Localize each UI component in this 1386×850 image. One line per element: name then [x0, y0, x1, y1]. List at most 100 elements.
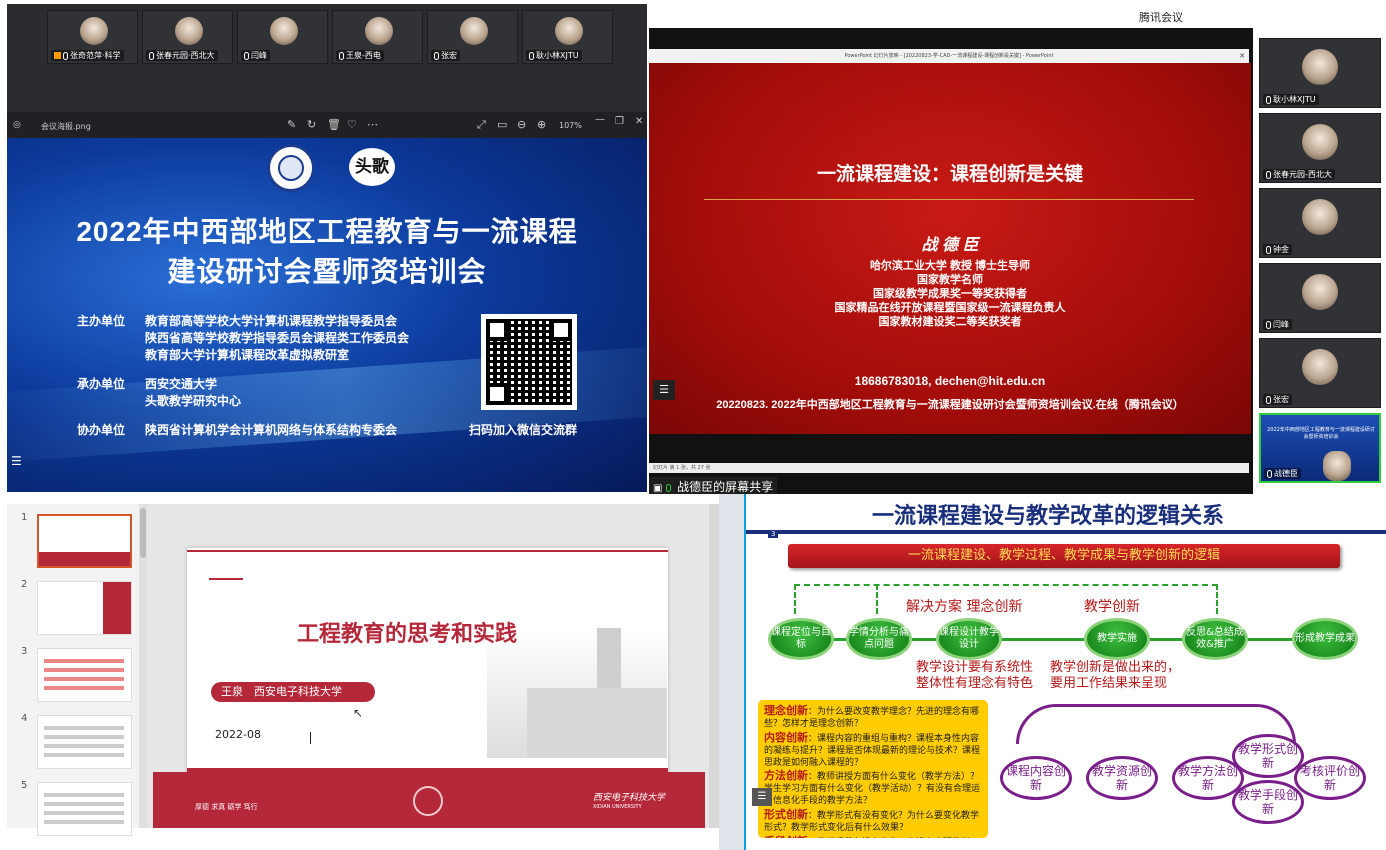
participant-tile[interactable]: 耿小林XJTU [1259, 38, 1381, 108]
q2-meeting-view: 腾讯会议 PowerPoint 幻灯片放映 - [20220823-学-CAD-… [649, 4, 1386, 494]
flow-arrow [1002, 638, 1084, 641]
ppt-status-bar: 幻灯片 第 1 张，共 27 张 [649, 463, 1249, 473]
organizer-list: 主办单位 教育部高等学校大学计算机课程教学指导委员会 陕西省高等学校教学指导委员会课… [77, 312, 477, 442]
slide-number: 3 [768, 530, 779, 538]
avatar [1323, 451, 1351, 481]
participant-tile[interactable]: 钟金 [1259, 188, 1381, 258]
participant-tile[interactable]: 张春元园-西北大 [1259, 113, 1381, 183]
close-icon[interactable]: ✕ [635, 116, 643, 127]
participant-name: 张春元园-西北大 [1263, 169, 1335, 180]
thumb-text [44, 811, 124, 815]
ppt-close-icon[interactable]: ✕ [1239, 49, 1245, 63]
avatar [270, 17, 298, 45]
thumbnail-scrollbar[interactable] [139, 504, 147, 828]
flow-arrow [1150, 638, 1182, 641]
innovation-head: 理念创新 [764, 704, 808, 717]
participant-tile[interactable]: 闫峰 [237, 10, 328, 64]
participant-tile[interactable]: 耿小林XJTU [522, 10, 613, 64]
participant-tile[interactable]: 闫峰 [1259, 263, 1381, 333]
slide-thumbnail[interactable] [37, 782, 132, 836]
participant-tile[interactable]: 张宏 [427, 10, 518, 64]
logic-banner: 一流课程建设、教学过程、教学成果与教学创新的逻辑 [788, 544, 1340, 568]
university-name-cn: 西安电子科技大学 [593, 793, 666, 803]
innovation-node: 课程内容创新 [1000, 756, 1072, 800]
slide-thumbnail[interactable] [37, 514, 132, 568]
thumb-text [44, 686, 124, 690]
delete-icon[interactable]: 🗑 [327, 118, 341, 131]
participant-tile[interactable]: 张宏 [1259, 338, 1381, 408]
organizer-label: 主办单位 [77, 314, 126, 328]
organizer-label: 协办单位 [77, 423, 126, 437]
mouse-cursor-icon: ↖ [353, 706, 364, 720]
top-accent-line [187, 550, 668, 552]
viewer-filename: 会议海报.png [41, 122, 91, 131]
flow-arrow [912, 638, 936, 641]
slide-heading: 一流课程建设与教学改革的逻辑关系 [872, 504, 1225, 529]
process-node: 课程设计教学设计 [936, 618, 1002, 660]
qr-code [481, 314, 577, 410]
vertical-scrollbar[interactable] [709, 504, 719, 828]
participant-name: 闫峰 [1263, 319, 1292, 330]
avatar [1302, 274, 1338, 310]
thumb-band [39, 552, 130, 566]
text-cursor [310, 732, 311, 744]
zoom-out-icon[interactable]: ⊖ [517, 118, 526, 131]
credential-line: 国家教学名师 [917, 274, 983, 286]
thumb-text [44, 793, 124, 797]
innovation-node: 考核评价创新 [1294, 756, 1366, 800]
minimize-icon[interactable]: — [595, 114, 605, 125]
more-icon[interactable]: ⋯ [367, 118, 378, 131]
participant-tile[interactable]: 2022年中西部地区工程教育与一流课程建设研讨会暨师资培训会 战德臣 [1259, 413, 1381, 483]
fullscreen-icon[interactable]: ⤢ [477, 118, 486, 132]
thumbnail-number: 2 [21, 579, 28, 590]
thumb-text [44, 753, 124, 757]
list-menu-icon[interactable]: ☰ [11, 454, 22, 468]
zoom-in-icon[interactable]: ⊕ [537, 118, 546, 131]
divider-strip [719, 494, 744, 850]
poster-title-line2: 建设研讨会暨师资培训会 [167, 256, 487, 287]
author-pill: 王泉 西安电子科技大学 [211, 682, 375, 702]
slide-thumbnail[interactable] [37, 715, 132, 769]
mic-icon [149, 51, 154, 60]
slide-menu-icon[interactable]: ☰ [752, 788, 772, 806]
organizer-line: 陕西省计算机学会计算机网络与体系结构专委会 [145, 423, 398, 437]
organizer-line: 教育部大学计算机课程改革虚拟教研室 [145, 348, 350, 362]
viewer-app-icon[interactable]: ◎ [13, 120, 21, 130]
innovation-node: 教学形式创新 [1232, 734, 1304, 778]
participant-strip: 张奇范萍·科学 张春元园·西北大 闫峰 王泉-西电 张宏 耿小林XJTU [47, 10, 627, 64]
rotate-icon[interactable]: ↻ [307, 118, 316, 131]
innovation-node: 教学资源创新 [1086, 756, 1158, 800]
slide-thumbnail[interactable] [37, 648, 132, 702]
flow-arrow [1248, 638, 1292, 641]
note-innovation: 教学创新是做出来的， 要用工作结果来呈现 [1050, 660, 1181, 692]
participant-name: 战德臣 [1264, 468, 1301, 479]
fit-icon[interactable]: ▭ [497, 118, 507, 131]
slide-counter: 幻灯片 第 1 张，共 27 张 [653, 465, 711, 471]
participant-tile[interactable]: 王泉-西电 [332, 10, 423, 64]
innovation-nodes: 课程内容创新 教学资源创新 教学方法创新 教学形式创新 教学手段创新 考核评价创新 [996, 734, 1386, 844]
title-rule [704, 199, 1194, 200]
note-design: 教学设计要有系统性 整体性有理念有特色 [916, 660, 1034, 692]
participant-sidebar: 耿小林XJTU 张春元园-西北大钟金闫峰张宏 2022年中西部地区工程教育与一流课程… [1255, 28, 1386, 494]
innovation-head: 形式创新 [764, 808, 808, 821]
restore-icon[interactable]: ❐ [615, 116, 624, 127]
thumb-text [44, 726, 124, 730]
ppt-slide: 一流课程建设：课程创新是关键 战 德 臣 哈尔滨工业大学 教授 博士生导师 国家教… [649, 63, 1251, 434]
poster-title-line1: 2022年中西部地区工程教育与一流课程 [76, 216, 578, 247]
process-node: 形成教学成果 [1292, 618, 1358, 660]
slide-menu-icon[interactable]: ☰ [653, 380, 675, 400]
edit-icon[interactable]: ✎ [287, 118, 296, 131]
mic-icon [1266, 95, 1271, 104]
process-node: 学情分析与痛点问题 [846, 618, 912, 660]
favorite-icon[interactable]: ♡ [347, 118, 357, 131]
innovation-head: 内容创新 [764, 730, 808, 744]
avatar [175, 17, 203, 45]
ppt-window-titlebar: PowerPoint 幻灯片放映 - [20220823-学-CAD-一流课程建… [649, 49, 1249, 63]
thumbnail-number: 4 [21, 713, 28, 724]
slide-thumbnail[interactable] [37, 581, 132, 635]
participant-name: 耿小林XJTU [526, 50, 582, 61]
slide-title: 一流课程建设：课程创新是关键 [816, 164, 1083, 185]
participant-tile[interactable]: 张春元园·西北大 [142, 10, 233, 64]
participant-tile[interactable]: 张奇范萍·科学 [47, 10, 138, 64]
avatar [80, 17, 108, 45]
